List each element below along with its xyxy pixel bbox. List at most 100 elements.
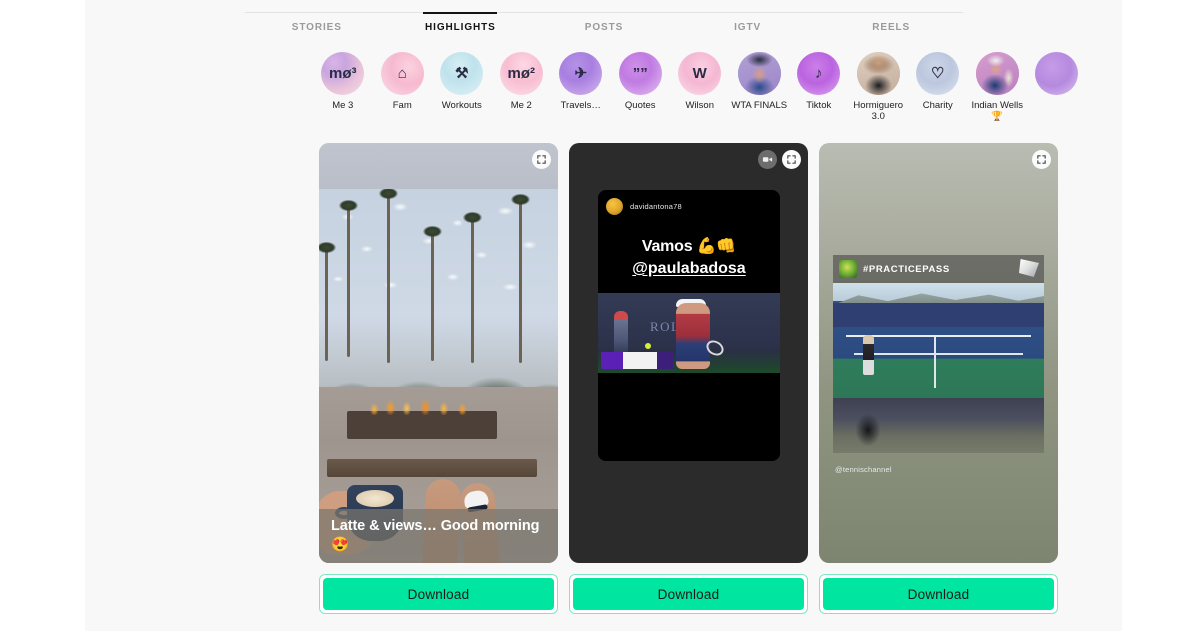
highlight-item-wilson[interactable]: W Wilson <box>670 52 730 132</box>
tennis-ball <box>645 343 651 349</box>
highlight-thumb-me-3: mø³ <box>321 52 365 95</box>
tab-igtv-label: IGTV <box>734 22 762 33</box>
tab-highlights[interactable]: HIGHLIGHTS <box>389 13 533 40</box>
highlight-label: WTA FINALS <box>731 100 788 111</box>
tab-stories-label: STORIES <box>291 22 342 33</box>
palm-tree <box>336 198 361 357</box>
heart-icon: ♡ <box>931 65 945 82</box>
card-photo <box>319 189 558 563</box>
highlight-item-me-3[interactable]: mø³ Me 3 <box>313 52 373 132</box>
scoreboard-overlay <box>601 352 673 369</box>
expand-icon[interactable] <box>1032 150 1051 169</box>
highlight-thumb-quotes: ”” <box>618 52 662 95</box>
highlights-strip[interactable]: mø³ Me 3 ⌂ Fam ⚒ Workouts mø² Me 2 ✈ Tra… <box>313 52 1103 132</box>
story-card-grid: Latte & views… Good morning 😍 davidanton… <box>319 143 1059 563</box>
highlight-label: Indian Wells 🏆 <box>971 100 1024 122</box>
profile-tabs: STORIES HIGHLIGHTS POSTS IGTV REELS <box>245 12 963 40</box>
highlight-item-tiktok[interactable]: ♪ Tiktok <box>789 52 849 132</box>
quotation-icon: ”” <box>632 65 648 82</box>
highlight-label: Charity <box>922 100 953 111</box>
repost-text: Vamos 💪👊 @paulabadosa <box>598 236 780 278</box>
highlight-thumb-travels: ✈ <box>559 52 603 95</box>
airplane-icon: ✈ <box>574 65 588 82</box>
monogram-icon: mø² <box>507 65 536 82</box>
trophy-photo <box>975 52 1019 95</box>
highlight-label: Hormiguero 3.0 <box>853 100 904 122</box>
baseline <box>854 353 1023 355</box>
highlight-label: Tiktok <box>806 100 832 111</box>
repost-mention: @paulabadosa <box>632 260 746 277</box>
app-root: STORIES HIGHLIGHTS POSTS IGTV REELS mø³ … <box>0 0 1200 631</box>
palm-tree <box>376 189 401 363</box>
highlight-label: Workouts <box>441 100 482 111</box>
highlight-thumb-wta-finals <box>737 52 781 95</box>
story-card-practicepass[interactable]: #PRACTICEPASS @tennischannel <box>819 143 1058 563</box>
flag-icon <box>1019 259 1039 277</box>
music-note-icon: ♪ <box>815 65 823 82</box>
download-button-2[interactable]: Download <box>573 578 804 610</box>
tennis-player <box>676 303 710 369</box>
highlight-item-workouts[interactable]: ⚒ Workouts <box>432 52 492 132</box>
highlight-item-quotes[interactable]: ”” Quotes <box>611 52 671 132</box>
story-card-vamos[interactable]: davidantona78 Vamos 💪👊 @paulabadosa ROLE… <box>569 143 808 563</box>
blurred-figure <box>851 408 885 452</box>
repost-header: davidantona78 <box>598 190 780 222</box>
highlight-label: Wilson <box>685 100 714 111</box>
highlight-item-hormiguero[interactable]: Hormiguero 3.0 <box>849 52 909 132</box>
channel-handle: @tennischannel <box>835 465 892 474</box>
tab-reels-label: REELS <box>872 22 911 33</box>
wilson-logo-icon: W <box>692 65 707 82</box>
highlight-item-travels[interactable]: ✈ Travels… <box>551 52 611 132</box>
highlight-label: Me 2 <box>510 100 532 111</box>
highlight-thumb-charity: ♡ <box>916 52 960 95</box>
tennis-court-photo <box>833 283 1044 398</box>
download-button-1[interactable]: Download <box>323 578 554 610</box>
card-top-band <box>319 143 558 189</box>
ballkid <box>614 311 628 357</box>
highlight-item-wta-finals[interactable]: WTA FINALS <box>730 52 790 132</box>
highlight-thumb-workouts: ⚒ <box>440 52 484 95</box>
highlight-item-next[interactable] <box>1027 52 1087 132</box>
center-line <box>934 337 936 388</box>
tab-posts[interactable]: POSTS <box>532 13 676 40</box>
repost-line-1: Vamos 💪👊 <box>641 238 737 255</box>
tab-stories[interactable]: STORIES <box>245 13 389 40</box>
download-button-wrap-1: Download <box>319 574 558 614</box>
hashtag-label: #PRACTICEPASS <box>863 263 950 275</box>
download-button-row: Download Download Download <box>319 574 1059 614</box>
practicepass-banner: #PRACTICEPASS <box>833 255 1044 283</box>
tab-highlights-label: HIGHLIGHTS <box>425 22 496 33</box>
download-button-3[interactable]: Download <box>823 578 1054 610</box>
player-photo <box>737 52 781 95</box>
expand-icon[interactable] <box>782 150 801 169</box>
flames <box>365 397 481 415</box>
highlight-thumb-indian-wells <box>975 52 1019 95</box>
video-camera-icon[interactable] <box>758 150 777 169</box>
highlight-thumb-fam: ⌂ <box>380 52 424 95</box>
tab-reels[interactable]: REELS <box>819 13 963 40</box>
expand-icon[interactable] <box>532 150 551 169</box>
highlight-item-me-2[interactable]: mø² Me 2 <box>492 52 552 132</box>
highlight-label: Quotes <box>624 100 656 111</box>
story-card-latte[interactable]: Latte & views… Good morning 😍 <box>319 143 558 563</box>
highlight-item-charity[interactable]: ♡ Charity <box>908 52 968 132</box>
monogram-icon: mø³ <box>329 65 357 82</box>
highlight-item-indian-wells[interactable]: Indian Wells 🏆 <box>968 52 1028 132</box>
avatar <box>606 197 623 215</box>
story-caption: Latte & views… Good morning 😍 <box>319 509 558 563</box>
highlight-item-fam[interactable]: ⌂ Fam <box>373 52 433 132</box>
content-area: STORIES HIGHLIGHTS POSTS IGTV REELS mø³ … <box>85 0 1122 631</box>
highlight-thumb-next <box>1035 52 1079 95</box>
highlight-thumb-tiktok: ♪ <box>797 52 841 95</box>
court-backwall <box>833 303 1044 327</box>
highlight-label: Fam <box>392 100 412 111</box>
tennis-player <box>863 335 874 375</box>
highlight-thumb-hormiguero <box>856 52 900 95</box>
highlight-label: Travels… <box>560 100 601 111</box>
dumbbell-icon: ⚒ <box>455 65 469 82</box>
repost-footer <box>598 373 780 461</box>
highlight-thumb-me-2: mø² <box>499 52 543 95</box>
tab-igtv[interactable]: IGTV <box>676 13 820 40</box>
fire-pit <box>347 411 497 439</box>
repost-username: davidantona78 <box>630 201 682 211</box>
